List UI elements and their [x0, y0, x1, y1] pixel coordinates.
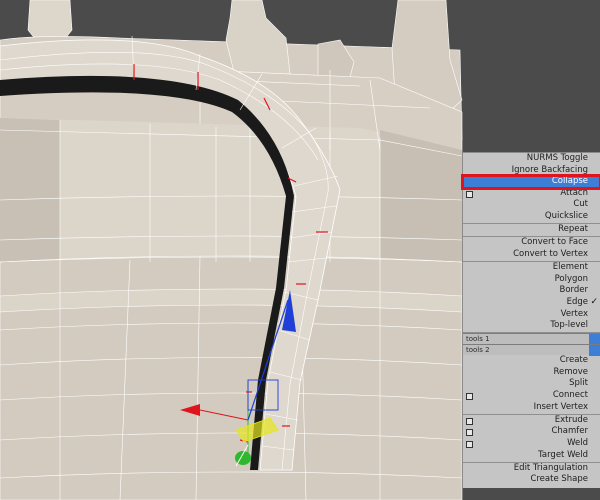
menu-item-label: Target Weld	[538, 449, 588, 460]
menu-item-split[interactable]: Split	[463, 378, 600, 390]
menu-item-label: Edit Triangulation	[513, 462, 588, 473]
menu-item-vertex[interactable]: Vertex	[463, 309, 600, 321]
menu-item-target-weld[interactable]: Target Weld	[463, 450, 600, 462]
menu-item-ignore-backfacing[interactable]: Ignore Backfacing	[463, 165, 600, 177]
menu-item-label: Insert Vertex	[533, 401, 588, 412]
menu-item-label: Element	[552, 262, 588, 273]
settings-box-icon[interactable]	[466, 417, 473, 425]
menu-item-quickslice[interactable]: Quickslice	[463, 211, 600, 223]
menu-item-polygon[interactable]: Polygon	[463, 274, 600, 286]
menu-item-label: Repeat	[558, 224, 588, 235]
checkmark-icon: ✓	[590, 296, 598, 307]
settings-box-icon[interactable]	[466, 441, 473, 449]
menu-item-label: Convert to Vertex	[513, 248, 588, 259]
menu-item-label: Chamfer	[551, 426, 588, 437]
menu-item-cut[interactable]: Cut	[463, 199, 600, 211]
menu-item-label: Create	[559, 355, 588, 366]
menu-item-label: NURMS Toggle	[526, 153, 588, 163]
menu-item-label: Quickslice	[544, 210, 588, 221]
menu-item-repeat[interactable]: Repeat	[463, 224, 600, 236]
menu-item-border[interactable]: Border	[463, 285, 600, 297]
menu-item-insert-vertex[interactable]: Insert Vertex	[463, 402, 600, 414]
menu-item-edge[interactable]: Edge ✓	[463, 297, 600, 309]
menu-item-label: Convert to Face	[521, 237, 588, 248]
tools-label: tools 1	[466, 335, 490, 344]
menu-item-label: Connect	[552, 390, 588, 401]
quad-menu[interactable]: NURMS Toggle Ignore Backfacing Collapse Att…	[461, 152, 600, 488]
menu-item-label: Attach	[560, 187, 588, 198]
settings-box-icon[interactable]	[466, 429, 473, 437]
menu-item-create-shape[interactable]: Create Shape	[463, 474, 600, 486]
tower-mid	[225, 0, 291, 75]
menu-item-label: Border	[559, 285, 589, 296]
menu-item-label: Edge	[566, 296, 588, 307]
menu-item-label: Weld	[567, 438, 588, 449]
menu-item-weld[interactable]: Weld	[463, 438, 600, 450]
menu-item-attach[interactable]: Attach	[463, 188, 600, 200]
settings-box-icon[interactable]	[466, 393, 473, 401]
menu-item-convert-to-face[interactable]: Convert to Face	[463, 237, 600, 249]
quad-tools-label[interactable]: tools 1	[463, 333, 600, 346]
menu-item-label: Extrude	[554, 414, 588, 425]
menu-item-label: Top-level	[550, 320, 588, 331]
tools-label: tools 2	[466, 346, 490, 355]
settings-box-icon[interactable]	[466, 190, 473, 198]
viewport-perspective[interactable]: NURMS Toggle Ignore Backfacing Collapse Att…	[0, 0, 600, 500]
menu-item-chamfer[interactable]: Chamfer	[463, 426, 600, 438]
menu-item-label: Cut	[573, 199, 588, 210]
menu-item-nurms-toggle[interactable]: NURMS Toggle	[463, 153, 600, 165]
menu-item-label: Collapse	[551, 176, 588, 187]
tower-left	[27, 0, 73, 41]
menu-item-label: Split	[569, 378, 588, 389]
menu-item-top-level[interactable]: Top-level	[463, 320, 600, 332]
menu-item-collapse[interactable]: Collapse	[461, 174, 600, 190]
menu-item-element[interactable]: Element	[463, 262, 600, 274]
menu-item-create[interactable]: Create	[463, 355, 600, 367]
menu-item-remove[interactable]: Remove	[463, 367, 600, 379]
menu-item-label: Remove	[553, 366, 589, 377]
quad-tools-label[interactable]: tools 2	[463, 344, 600, 357]
menu-item-edit-triangulation[interactable]: Edit Triangulation	[463, 463, 600, 475]
menu-item-convert-to-vertex[interactable]: Convert to Vertex	[463, 249, 600, 261]
menu-item-label: Vertex	[560, 308, 588, 319]
menu-item-label: Polygon	[554, 273, 588, 284]
menu-item-connect[interactable]: Connect	[463, 390, 600, 402]
menu-item-label: Create Shape	[530, 474, 588, 485]
menu-item-extrude[interactable]: Extrude	[463, 415, 600, 427]
menu-item-label: Ignore Backfacing	[511, 164, 588, 175]
